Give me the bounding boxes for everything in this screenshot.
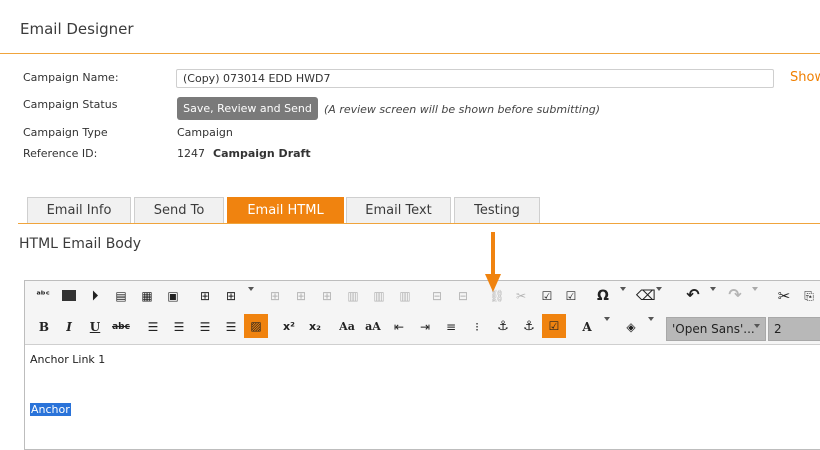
cut-icon[interactable]: ✂ — [775, 287, 793, 305]
special-char-dropdown-caret[interactable] — [620, 287, 626, 291]
strikethrough-icon[interactable]: abc — [110, 318, 132, 336]
reference-id-label: Reference ID: — [23, 147, 98, 160]
special-char-icon[interactable]: Ω — [594, 287, 612, 305]
table-merge-icon: ▥ — [373, 289, 385, 303]
anchor-link-icon[interactable]: ⚓ — [520, 318, 538, 336]
selected-anchor-text[interactable]: Anchor — [30, 403, 71, 416]
template-icon[interactable]: ▤ — [112, 287, 130, 305]
font-size-down-icon[interactable]: aA — [363, 318, 383, 336]
indent-icon[interactable]: ⇥ — [416, 318, 434, 336]
font-color-dropdown-caret[interactable] — [604, 317, 610, 321]
italic-icon[interactable]: I — [60, 318, 78, 336]
outdent-icon[interactable]: ⇤ — [390, 318, 408, 336]
show-link[interactable]: Show — [790, 70, 820, 85]
align-right-icon[interactable]: ☰ — [196, 318, 214, 336]
undo-dropdown-caret[interactable] — [710, 287, 716, 291]
insert-field-icon[interactable]: ☑ — [542, 314, 566, 338]
campaign-type-label: Campaign Type — [23, 126, 108, 139]
page-icon[interactable]: ▦ — [138, 287, 156, 305]
save-review-send-button[interactable]: Save, Review and Send — [177, 97, 318, 120]
campaign-status-label: Campaign Status — [23, 98, 118, 111]
hr-icon[interactable]: ▨ — [244, 314, 268, 338]
tab-divider — [18, 223, 820, 224]
edit-icon[interactable]: ☑ — [538, 287, 556, 305]
clean-icon[interactable]: ⌫ — [636, 287, 656, 305]
reference-id-number: 1247 — [177, 147, 205, 160]
anchor-icon[interactable]: ⚓ — [494, 318, 512, 336]
superscript-icon[interactable]: x² — [280, 318, 298, 336]
tab-email-html[interactable]: Email HTML — [227, 197, 344, 223]
font-family-select[interactable]: 'Open Sans'... — [666, 317, 766, 341]
campaign-name-input[interactable] — [176, 69, 774, 88]
highlight-icon[interactable]: ◈ — [622, 318, 640, 336]
undo-icon[interactable]: ↶ — [684, 286, 702, 304]
font-size-value: 2 — [774, 322, 782, 336]
copy-icon[interactable]: ⎘ — [800, 287, 818, 305]
image-icon[interactable] — [62, 290, 76, 301]
unlink-icon: ✂ — [515, 289, 527, 303]
header-divider — [0, 53, 820, 54]
ordered-list-icon[interactable]: ≡ — [442, 318, 460, 336]
picture-icon[interactable]: ▣ — [164, 287, 182, 305]
campaign-draft-status: Campaign Draft — [213, 147, 311, 160]
table-icon[interactable]: ⊞ — [196, 287, 214, 305]
table-grid-icon[interactable]: ⊞ — [222, 287, 240, 305]
subscript-icon[interactable]: x₂ — [306, 318, 324, 336]
section-title: HTML Email Body — [19, 236, 142, 252]
font-family-caret — [754, 324, 760, 328]
table-delete-icon: ⊟ — [457, 289, 469, 303]
align-center-icon[interactable]: ☰ — [170, 318, 188, 336]
unordered-list-icon[interactable]: ⁝ — [468, 318, 486, 336]
tab-email-info[interactable]: Email Info — [27, 197, 131, 223]
redo-dropdown-caret — [752, 287, 758, 291]
table-col-icon: ⊞ — [321, 289, 333, 303]
table-row-after-icon: ⊞ — [295, 289, 307, 303]
clean-dropdown-caret[interactable] — [656, 287, 662, 291]
highlight-dropdown-caret[interactable] — [648, 317, 654, 321]
table-dropdown-caret[interactable] — [248, 287, 254, 291]
campaign-name-label: Campaign Name: — [23, 71, 119, 84]
justify-icon[interactable]: ☰ — [222, 318, 240, 336]
media-icon[interactable]: ⏵ — [86, 287, 104, 305]
underline-icon[interactable]: U — [86, 318, 104, 336]
spellcheck-icon[interactable]: ᵃᵇᶜ — [34, 287, 52, 305]
bold-icon[interactable]: B — [35, 318, 53, 336]
edit-source-icon[interactable]: ☑ — [562, 287, 580, 305]
font-color-icon[interactable]: A — [578, 318, 596, 336]
align-left-icon[interactable]: ☰ — [144, 318, 162, 336]
table-cell-icon: ▥ — [347, 289, 359, 303]
redo-icon: ↷ — [728, 285, 742, 304]
tab-email-text[interactable]: Email Text — [346, 197, 451, 223]
annotation-arrow — [485, 232, 501, 292]
annotation-arrow-head — [485, 274, 501, 292]
tab-send-to[interactable]: Send To — [134, 197, 224, 223]
table-props-icon: ⊟ — [431, 289, 443, 303]
reference-id-value: 1247 Campaign Draft — [177, 147, 311, 160]
campaign-type-value: Campaign — [177, 126, 233, 139]
font-size-up-icon[interactable]: Aa — [337, 318, 357, 336]
editor-line-anchor-link[interactable]: Anchor Link 1 — [30, 353, 105, 366]
font-family-value: 'Open Sans'... — [672, 322, 755, 336]
font-size-select[interactable]: 2 — [768, 317, 820, 341]
tab-testing[interactable]: Testing — [454, 197, 540, 223]
table-split-icon: ▥ — [399, 289, 411, 303]
table-row-before-icon: ⊞ — [269, 289, 281, 303]
page-title: Email Designer — [20, 20, 134, 38]
review-note: (A review screen will be shown before su… — [324, 103, 601, 116]
